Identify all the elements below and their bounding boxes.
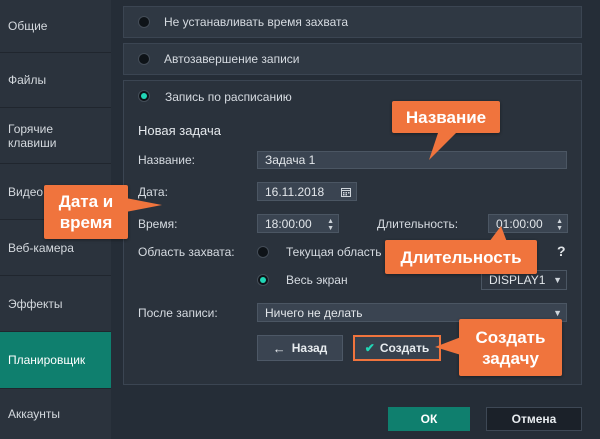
sidebar-item-files[interactable]: Файлы [0,53,111,108]
callout-create-task-pointer [435,337,461,355]
sidebar-item-label: Планировщик [8,353,86,367]
full-screen-label: Весь экран [286,273,348,287]
radio-scheduled[interactable] [138,90,150,102]
sidebar-item-effects[interactable]: Эффекты [0,276,111,332]
sidebar-item-label: Эффекты [8,296,63,311]
name-value: Задача 1 [265,153,316,167]
option-label: Автозавершение записи [164,52,300,66]
task-heading: Новая задача [138,123,221,138]
sidebar-item-label: Общие [8,19,48,33]
display-value: DISPLAY1 [489,273,546,287]
callout-date-time-pointer [126,198,162,212]
capture-area-label: Область захвата: [138,245,235,259]
sidebar-item-label: Горячие клавиши [8,121,57,150]
callout-date-time: Дата и время [44,185,128,239]
help-icon[interactable]: ? [557,243,566,259]
back-button[interactable]: ← Назад [257,335,343,361]
duration-spinner-icon[interactable]: ▲ ▼ [556,218,563,232]
sidebar-item-accounts[interactable]: Аккаунты [0,389,111,439]
cancel-button-label: Отмена [511,412,557,426]
arrow-left-icon: ← [272,340,286,356]
create-button-label: Создать [379,341,430,355]
radio-auto-end[interactable] [138,53,150,65]
callout-name-pointer [429,130,459,160]
sidebar-item-label: Аккаунты [8,407,61,421]
chevron-down-icon: ▼ [553,308,562,318]
sidebar-item-label: Видео [8,184,44,199]
callout-create-task: Создать задачу [459,319,562,376]
option-label: Запись по расписанию [165,90,292,104]
sidebar-item-scheduler[interactable]: Планировщик [0,332,111,389]
current-area-label: Текущая область [286,245,382,259]
option-no-capture-time[interactable]: Не устанавливать время захвата [123,6,582,38]
after-recording-value: Ничего не делать [265,305,363,320]
time-label: Время: [138,217,178,231]
radio-no-capture-time[interactable] [138,16,150,28]
option-label: Не устанавливать время захвата [164,15,349,29]
radio-full-screen[interactable] [257,274,269,286]
time-input[interactable]: 18:00:00 ▲ ▼ [257,214,339,233]
duration-label: Длительность: [377,217,459,231]
after-recording-label: После записи: [138,306,218,320]
option-auto-end[interactable]: Автозавершение записи [123,43,582,75]
date-value: 16.11.2018 [265,184,325,199]
ok-button-label: ОК [420,412,438,426]
ok-button[interactable]: ОК [388,407,470,431]
create-button[interactable]: ✔ Создать [353,335,441,361]
radio-current-area[interactable] [257,246,269,258]
sidebar-item-label: Файлы [8,73,47,87]
callout-name: Название [392,101,500,133]
name-label: Название: [138,153,195,167]
back-button-label: Назад [291,341,328,355]
callout-duration-pointer [489,226,507,242]
callout-duration: Длительность [385,240,537,274]
time-value: 18:00:00 [265,216,312,231]
check-icon: ✔ [364,341,375,355]
sidebar-item-general[interactable]: Общие [0,0,111,53]
sidebar-item-label: Веб-камера [8,240,74,255]
chevron-down-icon: ▼ [553,275,562,285]
cancel-button[interactable]: Отмена [486,407,582,431]
sidebar-item-hotkeys[interactable]: Горячие клавиши [0,108,111,164]
date-input[interactable]: 16.11.2018 [257,182,357,201]
time-spinner-icon[interactable]: ▲ ▼ [327,218,334,232]
calendar-icon[interactable] [341,187,351,197]
name-input[interactable]: Задача 1 [257,151,567,169]
